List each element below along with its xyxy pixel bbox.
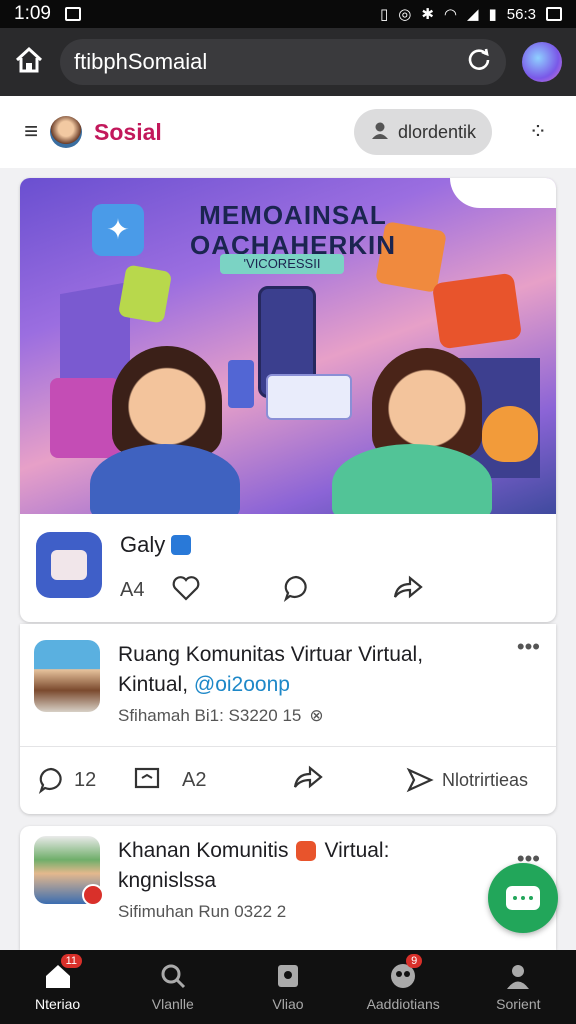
status-bar: 1:09 ▯ ◎ ✱ ◠ ◢ ▮ 56:3: [0, 0, 576, 28]
chat-screen-shape: [266, 374, 352, 420]
speaker-shape: [50, 378, 120, 458]
notify-button[interactable]: Nlotrirtieas: [406, 767, 528, 793]
status-clock-right: 56:3: [506, 5, 536, 23]
radio-shape: [431, 272, 523, 350]
reload-icon[interactable]: [466, 46, 492, 78]
person-right-shape: [372, 348, 482, 458]
person-left-shape: [112, 346, 222, 456]
share-icon[interactable]: [392, 575, 424, 606]
chat-app-icon[interactable]: [36, 532, 102, 598]
url-text: ftibphSomaial: [74, 49, 208, 74]
note-card-shape: [117, 264, 173, 324]
signal-icon: ◢: [466, 6, 479, 23]
featured-post-card: ✦ MEMOAINSAL OACHAHERKIN 'VICORESSII Gal…: [20, 178, 556, 622]
hero-subtitle: 'VICORESSII: [220, 254, 344, 274]
nav-label: Vliao: [272, 996, 304, 1012]
brand-name: Sosial: [94, 118, 162, 145]
small-photo-shape: [228, 360, 254, 408]
comment-count: 12: [74, 768, 97, 791]
post-tag-link[interactable]: @oi2oonp: [194, 673, 290, 696]
more-options-icon[interactable]: ⁘: [524, 119, 552, 145]
video-icon: [272, 962, 304, 990]
fire-badge-icon: [296, 841, 317, 861]
post-more-icon[interactable]: •••: [517, 634, 540, 660]
hero-banner-image[interactable]: ✦ MEMOAINSAL OACHAHERKIN 'VICORESSII: [20, 178, 556, 514]
globe-icon: ⊗: [309, 706, 324, 725]
browser-toolbar: ftibphSomaial: [0, 28, 576, 96]
verified-icon: [171, 535, 192, 555]
bird-app-icon: ✦: [92, 204, 144, 256]
home-icon[interactable]: [14, 46, 44, 79]
reaction-count: A4: [120, 579, 145, 601]
post-title-line2: Kintual,: [118, 673, 189, 696]
live-badge-icon: [82, 884, 104, 906]
like-icon[interactable]: [172, 575, 282, 606]
speech-bubble-shape: [450, 178, 556, 208]
post-meta: Sifimuhan Run 0322 2: [118, 902, 287, 921]
status-time: 1:09: [14, 3, 51, 24]
nav-item-home[interactable]: 11 Nteriao: [3, 954, 113, 1012]
hero-title: MEMOAINSAL OACHAHERKIN: [190, 200, 396, 260]
app-header: ≡ Sosial dlordentik ⁘: [0, 96, 576, 168]
vibrate-icon: ▯: [379, 6, 389, 23]
notify-label: Nlotrirtieas: [442, 769, 529, 790]
menu-icon[interactable]: ≡: [24, 118, 38, 146]
chat-bubble-icon: [506, 886, 540, 910]
alarm-icon: ◎: [398, 6, 412, 23]
post-title-line1[interactable]: Khanan Komunitis: [118, 836, 288, 866]
post-author[interactable]: Galy: [120, 532, 165, 558]
share-count: A2: [182, 768, 207, 791]
community-avatar[interactable]: [34, 640, 100, 712]
search-icon: [157, 962, 189, 990]
bluetooth-icon: ✱: [421, 6, 434, 23]
address-bar[interactable]: ftibphSomaial: [60, 39, 506, 85]
notification-badge: 9: [406, 954, 423, 968]
post-title-suffix: Virtual:: [324, 839, 390, 862]
comment-icon[interactable]: [282, 574, 392, 607]
community-avatar-2[interactable]: [34, 836, 104, 906]
forward-icon[interactable]: [292, 765, 406, 796]
hero-title-line1: MEMOAINSAL: [199, 200, 387, 230]
profile-avatar[interactable]: [522, 42, 562, 82]
user-avatar[interactable]: [50, 116, 83, 148]
screen-icon: [546, 7, 562, 21]
post-actions-bar: 12 A2 Nlotrirtieas: [20, 747, 556, 813]
nav-label: Sorient: [496, 996, 541, 1012]
nav-item-search[interactable]: Vlanlle: [118, 962, 228, 1012]
person-icon: [502, 962, 534, 990]
post-title-line2: kngnislssa: [118, 869, 217, 892]
wifi-icon: ◠: [443, 6, 457, 23]
community-post-card: Ruang Komunitas Virtuar Virtual, Kintual…: [20, 624, 556, 814]
person-right-body-shape: [332, 444, 492, 514]
community-post-card-2: Khanan Komunitis Virtual: kngnislssa Sif…: [20, 826, 556, 950]
gallery-notification-icon: [64, 7, 81, 21]
fox-shape: [482, 406, 538, 462]
post-header: Galy A4: [20, 514, 556, 622]
post-actions: A4: [120, 574, 540, 607]
post-meta: Sfihamah Bi1: S3220 15: [118, 706, 302, 725]
comment-button[interactable]: 12: [36, 766, 132, 794]
notification-badge: 11: [60, 954, 83, 968]
person-icon: [370, 120, 390, 145]
user-account-button[interactable]: dlordentik: [353, 109, 492, 155]
nav-label: Aaddiotians: [366, 996, 440, 1012]
person-left-body-shape: [90, 444, 240, 514]
bottom-navigation: 11 Nteriao Vlanlle Vliao 9 Aaddiotians S…: [0, 950, 576, 1024]
chat-fab-button[interactable]: [488, 863, 558, 933]
nav-label: Vlanlle: [151, 996, 194, 1012]
user-label: dlordentik: [397, 121, 476, 142]
nav-label: Nteriao: [35, 996, 81, 1012]
nav-item-activity[interactable]: 9 Aaddiotians: [348, 954, 458, 1012]
nav-item-profile[interactable]: Sorient: [463, 962, 573, 1012]
nav-item-video[interactable]: Vliao: [233, 962, 343, 1012]
post-title-line1[interactable]: Ruang Komunitas Virtuar Virtual,: [118, 640, 517, 670]
battery-icon: ▮: [488, 6, 497, 23]
repost-icon[interactable]: [132, 764, 182, 797]
